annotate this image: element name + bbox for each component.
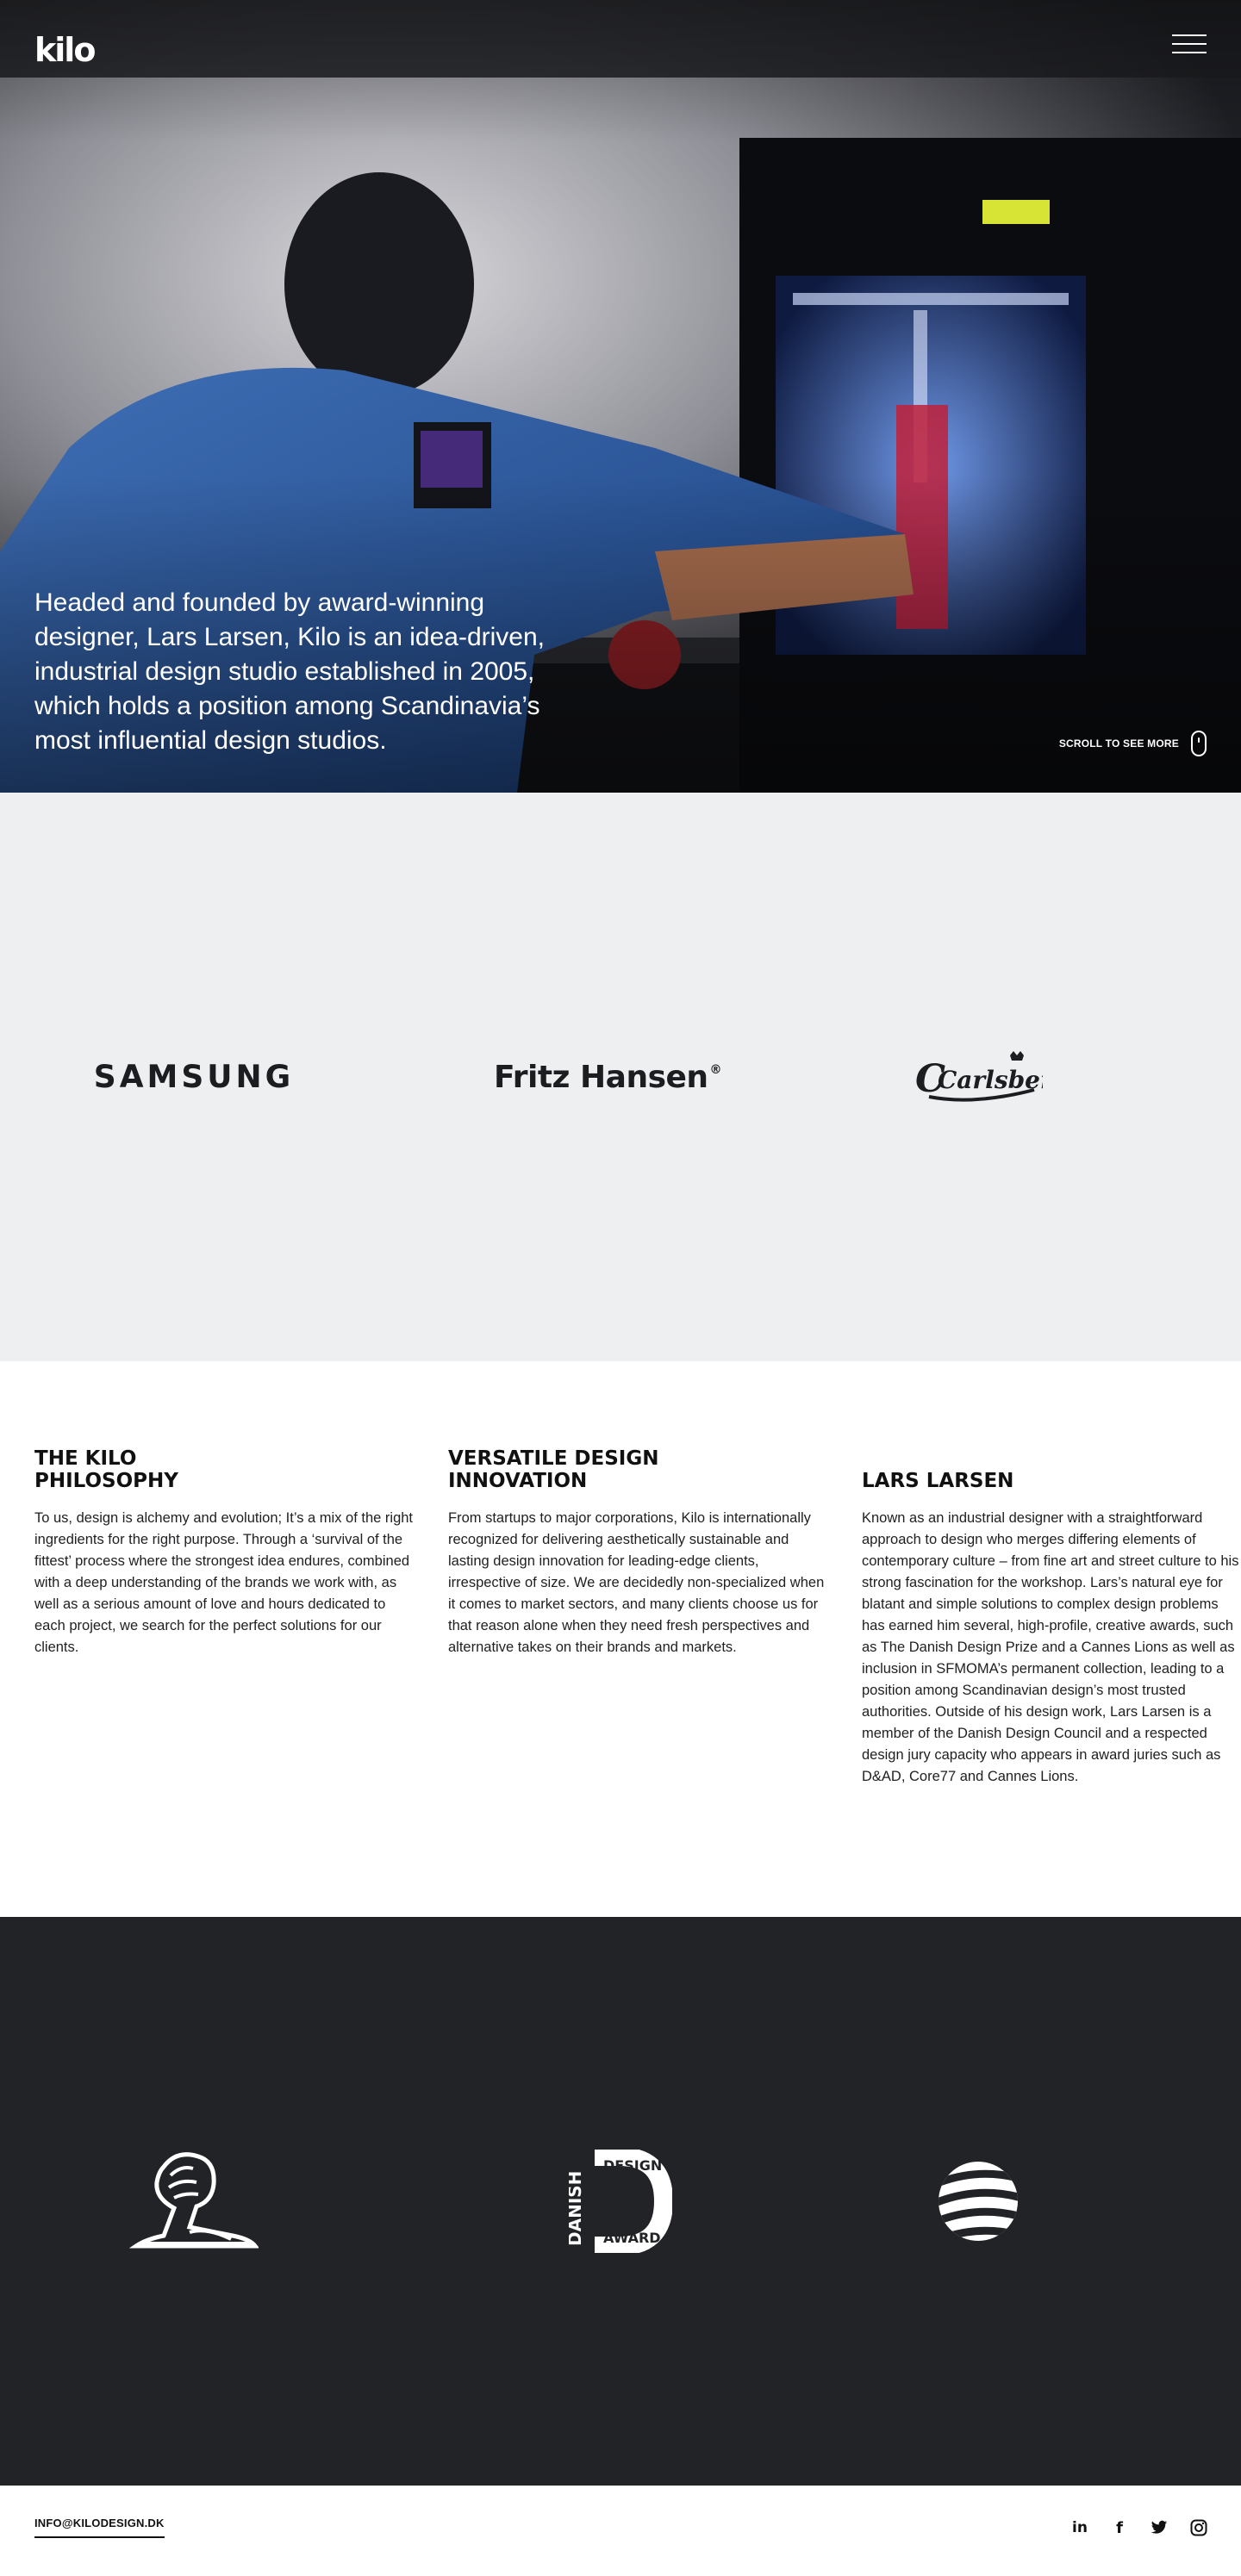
- facebook-icon[interactable]: f: [1110, 2518, 1129, 2537]
- carlsberg-wordmark: C Carlsberg: [915, 1051, 1043, 1102]
- philosophy-title: THE KILO PHILOSOPHY: [34, 1447, 178, 1492]
- contact-email-link[interactable]: INFO@KILODESIGN.DK: [34, 2517, 165, 2538]
- innovation-title: VERSATILE DESIGN INNOVATION: [448, 1447, 659, 1492]
- site-footer: INFO@KILODESIGN.DK in f: [0, 2486, 1241, 2576]
- linkedin-icon[interactable]: in: [1070, 2518, 1089, 2537]
- innovation-column: VERSATILE DESIGN INNOVATION From startup…: [448, 1447, 827, 1658]
- svg-text:DANISH: DANISH: [569, 2171, 585, 2246]
- lars-larsen-title: LARS LARSEN: [862, 1470, 1014, 1492]
- samsung-logo: SAMSUNG: [86, 793, 302, 1361]
- fritz-hansen-logo: Fritz Hansen ®: [483, 793, 733, 1361]
- hamburger-menu-icon[interactable]: [1172, 34, 1207, 55]
- svg-text:DESIGN: DESIGN: [603, 2157, 662, 2174]
- hero-intro-text: Headed and founded by award-winning desi…: [34, 588, 546, 755]
- lars-larsen-column: LARS LARSEN Known as an industrial desig…: [862, 1447, 1241, 1788]
- fritz-hansen-wordmark: Fritz Hansen ®: [493, 1059, 722, 1095]
- samsung-wordmark: SAMSUNG: [93, 1059, 295, 1095]
- scroll-hint[interactable]: SCROLL TO SEE MORE: [1059, 731, 1207, 756]
- philosophy-column: THE KILO PHILOSOPHY To us, design is alc…: [34, 1447, 414, 1658]
- cannes-lions-icon: [112, 1917, 276, 2486]
- mouse-scroll-icon: [1191, 731, 1207, 756]
- carlsberg-logo: C Carlsberg: [905, 793, 1051, 1361]
- fritz-hansen-name: Fritz Hansen: [493, 1059, 708, 1095]
- hero-section: kilo Headed and founded by award-winning…: [0, 0, 1241, 793]
- philosophy-body: To us, design is alchemy and evolution; …: [34, 1510, 414, 1655]
- twitter-icon[interactable]: [1150, 2518, 1169, 2537]
- instagram-icon[interactable]: [1189, 2518, 1208, 2537]
- registered-mark: ®: [709, 1062, 722, 1077]
- scroll-label: SCROLL TO SEE MORE: [1058, 737, 1179, 750]
- lars-larsen-body: Known as an industrial designer with a s…: [862, 1510, 1239, 1784]
- social-links: in f: [1070, 2518, 1208, 2537]
- danish-design-award-icon: DANISH DESIGN AWARD: [552, 1917, 689, 2486]
- info-section: THE KILO PHILOSOPHY To us, design is alc…: [0, 1361, 1241, 1917]
- awards-section: DANISH DESIGN AWARD: [0, 1917, 1241, 2486]
- innovation-body: From startups to major corporations, Kil…: [448, 1510, 825, 1655]
- clients-section: SAMSUNG Fritz Hansen® C Carlsberg: [0, 793, 1241, 1361]
- red-dot-icon: [914, 1917, 1043, 2486]
- svg-text:AWARD: AWARD: [603, 2230, 661, 2246]
- kilo-logo[interactable]: kilo: [34, 31, 96, 69]
